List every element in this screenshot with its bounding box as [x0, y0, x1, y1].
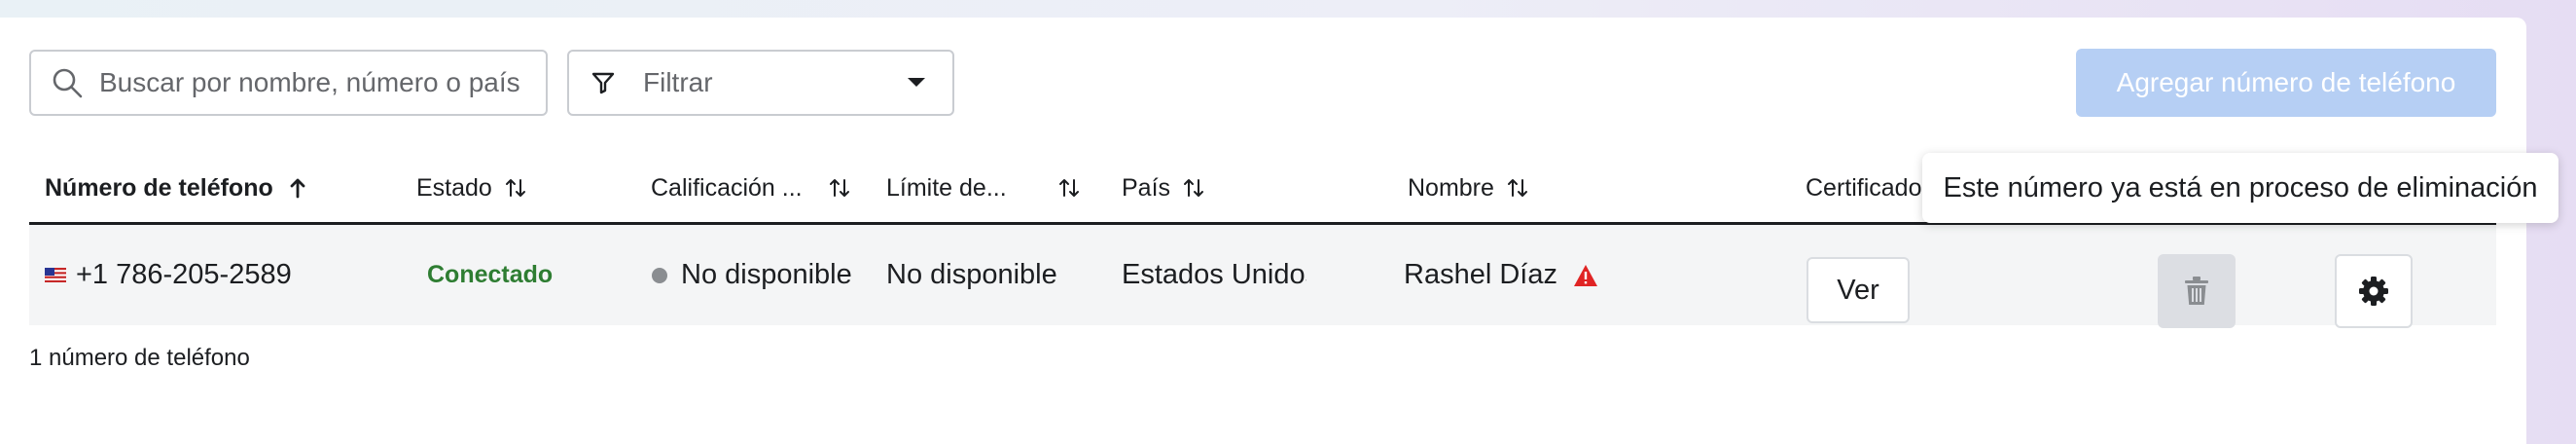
view-certificate-button[interactable]: Ver	[1807, 257, 1910, 323]
column-phone-number[interactable]: Número de teléfono	[45, 154, 306, 222]
column-certificate[interactable]: Certificado	[1806, 154, 1922, 222]
limit-value: No disponible	[886, 259, 1057, 290]
settings-button[interactable]	[2335, 254, 2413, 328]
warning-icon[interactable]	[1573, 264, 1598, 287]
sort-icon	[504, 177, 527, 199]
column-label: Estado	[416, 173, 492, 202]
column-quality-rating[interactable]: Calificación ...	[651, 154, 851, 222]
column-name[interactable]: Nombre	[1408, 154, 1529, 222]
column-label: Nombre	[1408, 173, 1494, 202]
cell-name: Rashel Díaz	[1404, 225, 1598, 325]
gear-icon	[2358, 276, 2389, 307]
filter-dropdown[interactable]: Filtrar	[567, 50, 954, 116]
us-flag-icon	[45, 268, 66, 282]
sort-icon	[1057, 177, 1081, 199]
display-name: Rashel Díaz	[1404, 259, 1557, 290]
status-badge: Conectado	[427, 261, 554, 288]
filter-label: Filtrar	[643, 67, 713, 97]
column-limit[interactable]: Límite de...	[886, 154, 1081, 222]
column-label: Límite de...	[886, 173, 1007, 202]
arrow-up-icon	[289, 177, 306, 199]
cell-quality: No disponible	[652, 225, 852, 325]
quality-value: No disponible	[681, 259, 852, 290]
column-label: Certificado	[1806, 173, 1922, 202]
sort-icon	[1506, 177, 1529, 199]
filter-icon	[590, 70, 616, 95]
cell-status: Conectado	[427, 225, 553, 325]
trash-icon	[2183, 276, 2210, 307]
search-box[interactable]	[29, 50, 548, 116]
main-panel: Filtrar Agregar número de teléfono Númer…	[0, 18, 2526, 444]
status-dot-icon	[652, 267, 667, 283]
phone-number: +1 786-205-2589	[76, 259, 292, 290]
search-icon	[51, 66, 84, 99]
column-label: País	[1122, 173, 1171, 202]
row-count: 1 número de teléfono	[29, 345, 250, 371]
sort-icon	[828, 177, 851, 199]
column-label: Calificación ...	[651, 173, 803, 202]
country-value: Estados Unidos	[1122, 259, 1306, 290]
table-row[interactable]: +1 786-205-2589 Conectado No disponible …	[29, 225, 2496, 328]
column-country[interactable]: País	[1122, 154, 1205, 222]
add-phone-number-button[interactable]: Agregar número de teléfono	[2076, 49, 2496, 117]
cell-phone: +1 786-205-2589	[45, 225, 292, 325]
cell-limit: No disponible	[886, 225, 1057, 325]
chevron-down-icon	[906, 75, 927, 89]
delete-button[interactable]	[2158, 254, 2236, 328]
sort-icon	[1182, 177, 1205, 199]
search-input[interactable]	[97, 66, 529, 99]
column-status[interactable]: Estado	[416, 154, 527, 222]
cell-country: Estados Unidos	[1122, 225, 1306, 325]
tooltip: Este número ya está en proceso de elimin…	[1922, 153, 2558, 223]
column-label: Número de teléfono	[45, 173, 273, 202]
